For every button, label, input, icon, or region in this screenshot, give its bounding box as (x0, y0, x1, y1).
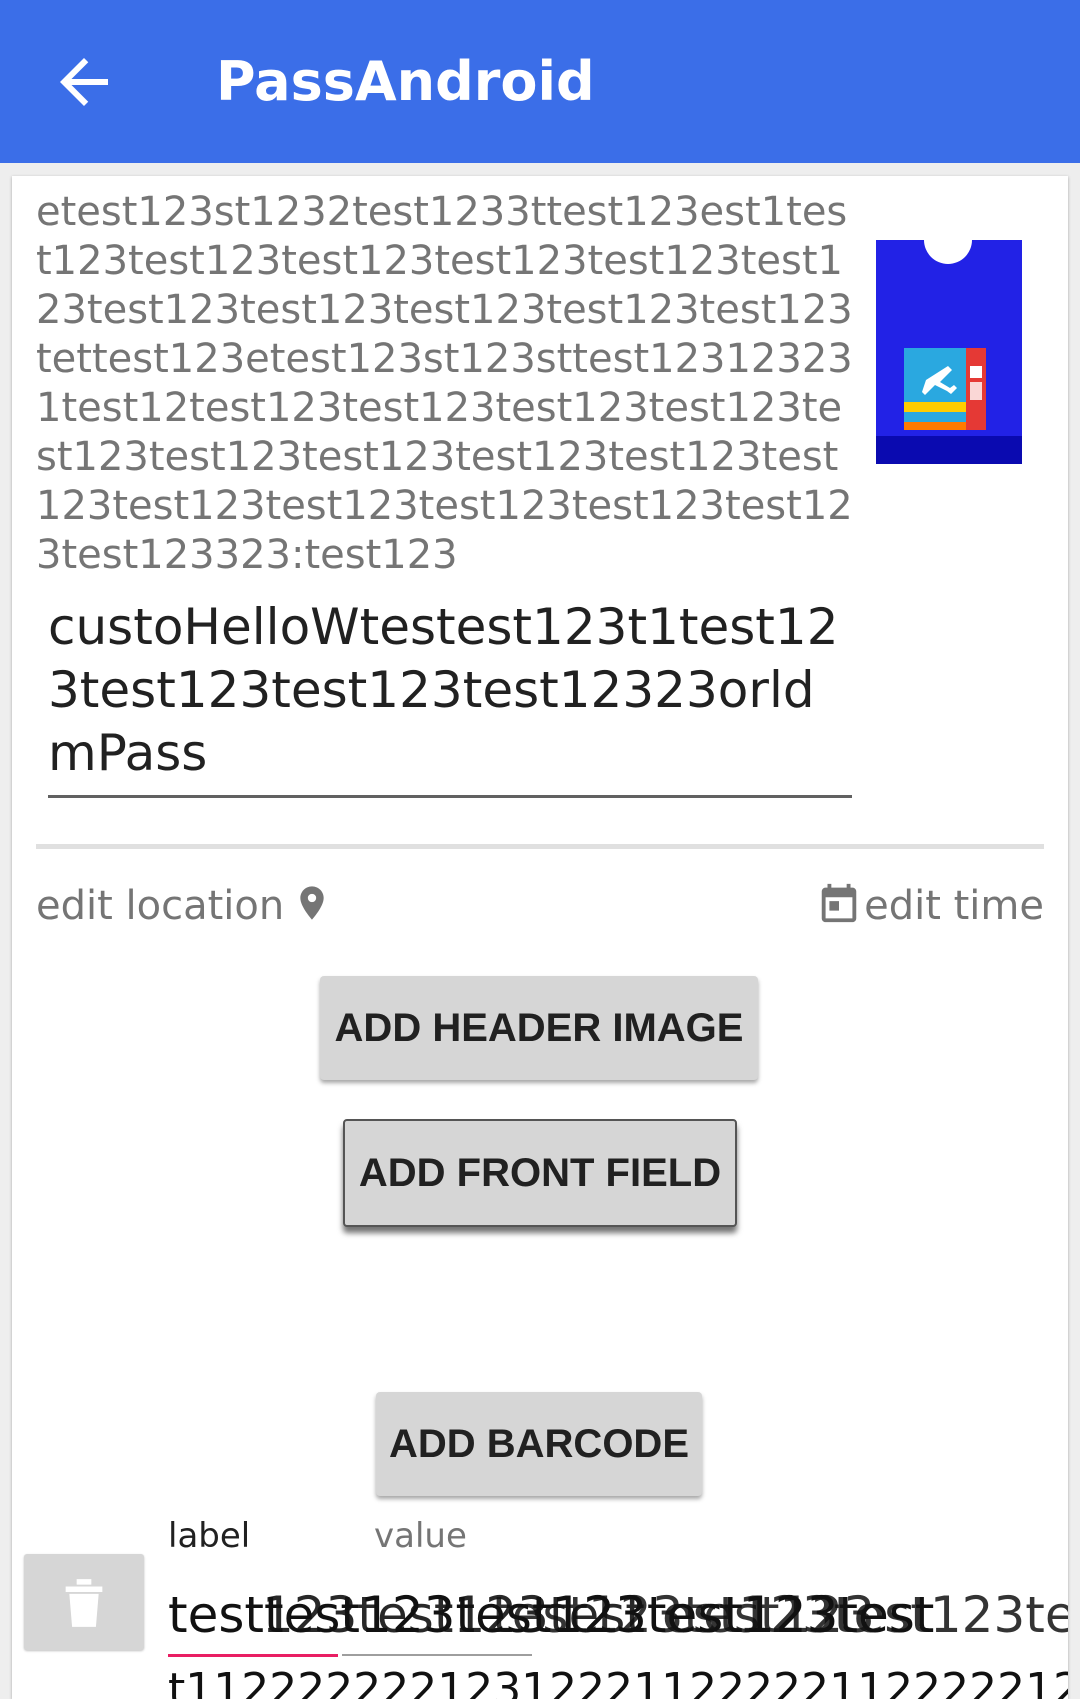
arrow-back-icon (60, 58, 108, 106)
field-value-hint: value (374, 1516, 467, 1556)
trash-icon (65, 1579, 103, 1627)
pass-description[interactable]: etest123st1232test1233ttest123est1test12… (36, 188, 856, 580)
edit-time-label: edit time (864, 883, 1044, 929)
divider (36, 844, 1044, 849)
add-front-field-button[interactable]: ADD FRONT FIELD (343, 1119, 737, 1227)
add-header-image-button[interactable]: ADD HEADER IMAGE (320, 976, 758, 1080)
delete-field-button[interactable] (24, 1554, 144, 1650)
field-overflow-text: t112222222123122211222221122222122221 (168, 1664, 1068, 1699)
pass-name-input[interactable]: custoHelloWtestest123t1test123test123tes… (48, 596, 852, 798)
edit-time-button[interactable]: edit time (816, 876, 1044, 936)
edit-location-button[interactable]: edit location (36, 876, 332, 936)
label-input-underline (168, 1654, 338, 1657)
app-title: PassAndroid (216, 50, 595, 113)
edit-location-label: edit location (36, 883, 285, 929)
back-button[interactable] (48, 46, 120, 118)
value-input-underline (342, 1654, 532, 1656)
pass-edit-card: etest123st1232test1233ttest123est1test12… (12, 176, 1068, 1699)
location-pin-icon (300, 886, 324, 920)
app-bar: PassAndroid (0, 0, 1080, 163)
boarding-pass-icon[interactable] (876, 240, 1022, 464)
add-barcode-button[interactable]: ADD BARCODE (376, 1392, 702, 1496)
field-label-hint: label (168, 1516, 251, 1556)
calendar-icon (821, 883, 857, 923)
field-value-overlap-text: est123test123tes (662, 1586, 1068, 1644)
